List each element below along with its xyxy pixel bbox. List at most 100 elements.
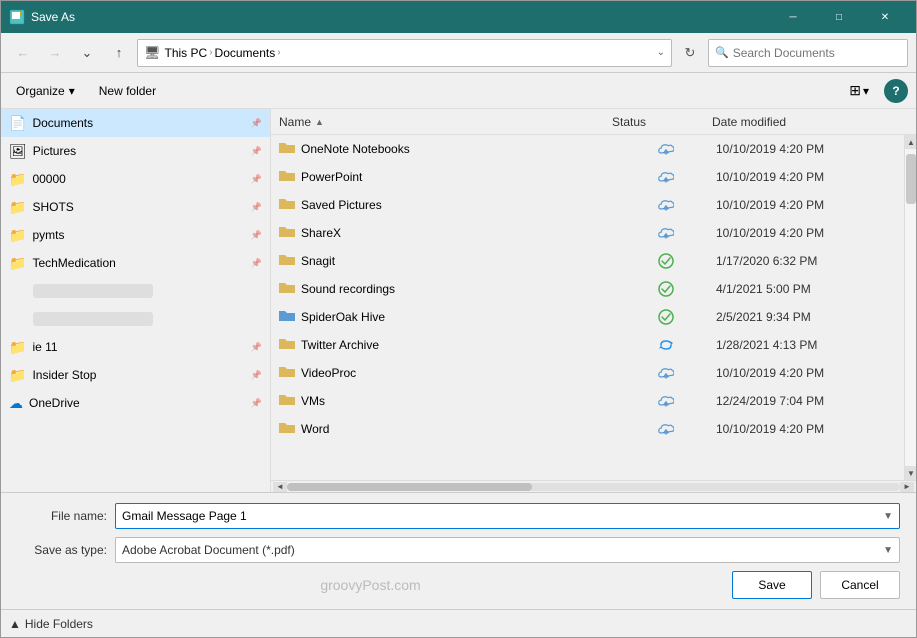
filename-dropdown-arrow[interactable]: ▼ [883,511,893,522]
sidebar-item-pymts[interactable]: 📁pymts📌 [1,221,270,249]
save-button[interactable]: Save [732,571,812,599]
sidebar-item-7[interactable] [1,305,270,333]
scroll-down-button[interactable]: ▼ [905,466,916,480]
file-list-header: Name ▲ Status Date modified [271,109,916,135]
sidebar-item-documents[interactable]: 📄Documents📌 [1,109,270,137]
sidebar-item-shots[interactable]: 📁SHOTS📌 [1,193,270,221]
horizontal-scrollbar[interactable]: ◄ ► [271,480,916,492]
address-icon: 🖥 [144,45,161,61]
dialog-icon [9,9,25,25]
status-cell [616,281,716,297]
status-cell [616,199,716,211]
date-cell: 4/1/2021 5:00 PM [716,282,896,296]
table-row[interactable]: VMs 12/24/2019 7:04 PM [271,387,904,415]
organize-button[interactable]: Organize ▾ [9,79,82,103]
sort-arrow: ▲ [315,117,324,127]
scroll-thumb[interactable] [906,154,916,204]
view-button[interactable]: ⊞ ▾ [842,77,876,104]
sidebar-item-onedrive[interactable]: ☁OneDrive📌 [1,389,270,417]
search-box[interactable]: 🔍 [708,39,908,67]
back-button[interactable]: ← [9,39,37,67]
search-icon: 🔍 [715,46,729,59]
table-row[interactable]: Sound recordings 4/1/2021 5:00 PM [271,275,904,303]
status-cell [616,227,716,239]
date-cell: 2/5/2021 9:34 PM [716,310,896,324]
pin-icon: 📌 [251,342,262,353]
filetype-dropdown[interactable]: Adobe Acrobat Document (*.pdf) ▼ [115,537,900,563]
table-row[interactable]: ShareX 10/10/2019 4:20 PM [271,219,904,247]
window-controls: ─ □ ✕ [770,1,908,33]
sidebar-label-pictures: Pictures [33,144,245,158]
pin-icon: 📌 [251,398,262,409]
main-content: 📄Documents📌🖼Pictures📌📁00000📌📁SHOTS📌📁pymt… [1,109,916,492]
table-row[interactable]: Snagit 1/17/2020 6:32 PM [271,247,904,275]
folder-icon [279,252,295,269]
date-cell: 1/17/2020 6:32 PM [716,254,896,268]
sidebar-item-6[interactable] [1,277,270,305]
hscroll-right-button[interactable]: ► [900,482,914,492]
search-input[interactable] [733,46,901,60]
minimize-button[interactable]: ─ [770,1,816,33]
table-row[interactable]: PowerPoint 10/10/2019 4:20 PM [271,163,904,191]
scroll-up-button[interactable]: ▲ [905,135,916,149]
sidebar-label-shots: SHOTS [32,200,244,214]
hscroll-left-button[interactable]: ◄ [273,482,287,492]
column-header-date[interactable]: Date modified [712,115,892,129]
filename-input[interactable] [122,509,883,523]
column-header-name[interactable]: Name ▲ [279,115,612,129]
refresh-button[interactable]: ↻ [676,39,704,67]
filetype-label: Save as type: [17,543,107,557]
vertical-scrollbar[interactable]: ▲ ▼ [904,135,916,480]
pin-icon: 📌 [251,230,262,241]
sidebar-item-techmedication[interactable]: 📁TechMedication📌 [1,249,270,277]
file-name: SpiderOak Hive [301,310,385,324]
filename-input-container[interactable]: ▼ [115,503,900,529]
table-row[interactable]: Saved Pictures 10/10/2019 4:20 PM [271,191,904,219]
new-folder-button[interactable]: New folder [90,79,165,103]
close-button[interactable]: ✕ [862,1,908,33]
sidebar-00000-icon: 📁 [9,171,26,188]
filetype-value: Adobe Acrobat Document (*.pdf) [122,543,883,557]
filetype-dropdown-arrow: ▼ [883,545,893,556]
sidebar-documents-icon: 📄 [9,115,26,132]
sidebar-pymts-icon: 📁 [9,227,26,244]
watermark: groovyPost.com [17,577,724,593]
hide-folders-bar: ▲ Hide Folders [1,609,916,637]
maximize-button[interactable]: □ [816,1,862,33]
folder-icon [279,420,295,437]
sidebar-item-ie-11[interactable]: 📁ie 11📌 [1,333,270,361]
help-button[interactable]: ? [884,79,908,103]
sidebar-item-00000[interactable]: 📁00000📌 [1,165,270,193]
filename-label: File name: [17,509,107,523]
recent-locations-button[interactable]: ⌄ [73,39,101,67]
file-name: Snagit [301,254,335,268]
organize-dropdown-icon: ▾ [69,84,75,98]
hide-folders-button[interactable]: ▲ Hide Folders [9,617,93,631]
table-row[interactable]: Word 10/10/2019 4:20 PM [271,415,904,443]
column-header-status[interactable]: Status [612,115,712,129]
status-cell [616,253,716,269]
sidebar-item-pictures[interactable]: 🖼Pictures📌 [1,137,270,165]
view-dropdown-icon: ▾ [863,84,869,98]
forward-button[interactable]: → [41,39,69,67]
status-cell [616,171,716,183]
file-list: OneNote Notebooks 10/10/2019 4:20 PM Pow… [271,135,904,480]
address-bar[interactable]: 🖥 This PC › Documents › ⌄ [137,39,672,67]
cancel-button[interactable]: Cancel [820,571,900,599]
hide-folders-label: Hide Folders [25,617,93,631]
breadcrumb-documents[interactable]: Documents [215,46,276,60]
address-dropdown-arrow[interactable]: ⌄ [657,47,665,58]
sidebar-item-insider-stop[interactable]: 📁Insider Stop📌 [1,361,270,389]
up-button[interactable]: ↑ [105,39,133,67]
table-row[interactable]: SpiderOak Hive 2/5/2021 9:34 PM [271,303,904,331]
folder-icon [279,140,295,157]
table-row[interactable]: VideoProc 10/10/2019 4:20 PM [271,359,904,387]
hscroll-thumb[interactable] [287,483,532,491]
table-row[interactable]: OneNote Notebooks 10/10/2019 4:20 PM [271,135,904,163]
organize-label: Organize [16,84,65,98]
file-name: VMs [301,394,325,408]
file-name: ShareX [301,226,341,240]
breadcrumb-thispc[interactable]: This PC [165,46,208,60]
table-row[interactable]: Twitter Archive 1/28/2021 4:13 PM [271,331,904,359]
folder-icon [279,308,295,325]
